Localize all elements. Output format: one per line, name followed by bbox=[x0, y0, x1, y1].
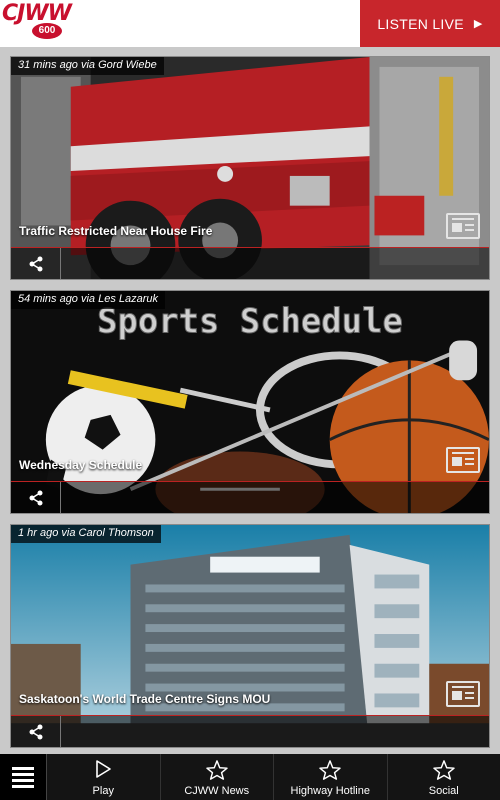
share-icon bbox=[29, 724, 43, 740]
card-headline[interactable]: Saskatoon's World Trade Centre Signs MOU bbox=[19, 692, 270, 706]
article-icon[interactable] bbox=[446, 447, 480, 473]
play-icon bbox=[96, 760, 112, 778]
article-icon[interactable] bbox=[446, 213, 480, 239]
card-meta: 1 hr ago via Carol Thomson bbox=[11, 525, 161, 543]
office-building-photo bbox=[11, 525, 489, 747]
listen-live-button[interactable]: LISTEN LIVE ▶ bbox=[360, 0, 500, 47]
nav-label: Social bbox=[428, 785, 459, 797]
news-card[interactable]: 31 mins ago via Gord Wiebe Traffic Restr… bbox=[10, 56, 490, 280]
news-card[interactable]: 1 hr ago via Carol Thomson Saskatoon's W… bbox=[10, 524, 490, 748]
nav-label: CJWW News bbox=[184, 785, 250, 797]
card-headline[interactable]: Traffic Restricted Near House Fire bbox=[19, 224, 212, 238]
share-button[interactable] bbox=[11, 716, 61, 747]
share-button[interactable] bbox=[11, 248, 61, 279]
star-icon bbox=[206, 760, 228, 780]
play-arrow-icon: ▶ bbox=[473, 18, 483, 30]
menu-button[interactable] bbox=[0, 754, 47, 800]
nav-play[interactable]: Play bbox=[47, 754, 161, 800]
app-header: CJWW 600 LISTEN LIVE ▶ bbox=[0, 0, 500, 47]
news-card[interactable]: Sports Schedule 54 mins ago via Les Laza… bbox=[10, 290, 490, 514]
nav-label: Play bbox=[92, 785, 114, 797]
star-icon bbox=[433, 760, 455, 780]
article-icon[interactable] bbox=[446, 681, 480, 707]
fire-truck-photo bbox=[11, 57, 489, 279]
logo-frequency: 600 bbox=[32, 23, 62, 39]
share-bar bbox=[11, 482, 489, 513]
logo-text: CJWW bbox=[2, 1, 72, 26]
share-icon bbox=[29, 256, 43, 272]
star-icon bbox=[319, 760, 341, 780]
nav-label: Highway Hotline bbox=[290, 785, 370, 797]
share-button[interactable] bbox=[11, 482, 61, 513]
nav-cjww-news[interactable]: CJWW News bbox=[161, 754, 274, 800]
sports-balls-photo: Sports Schedule bbox=[11, 291, 489, 513]
bottom-nav: Play CJWW News Highway Hotline Social bbox=[0, 754, 500, 800]
card-meta: 31 mins ago via Gord Wiebe bbox=[11, 57, 164, 75]
nav-social[interactable]: Social bbox=[388, 754, 500, 800]
card-meta: 54 mins ago via Les Lazaruk bbox=[11, 291, 166, 309]
cjww-logo[interactable]: CJWW 600 bbox=[2, 2, 74, 42]
share-icon bbox=[29, 490, 43, 506]
share-bar bbox=[11, 716, 489, 747]
nav-highway-hotline[interactable]: Highway Hotline bbox=[274, 754, 388, 800]
share-bar bbox=[11, 248, 489, 279]
listen-live-label: LISTEN LIVE bbox=[377, 15, 464, 32]
card-headline[interactable]: Wednesday Schedule bbox=[19, 458, 142, 472]
